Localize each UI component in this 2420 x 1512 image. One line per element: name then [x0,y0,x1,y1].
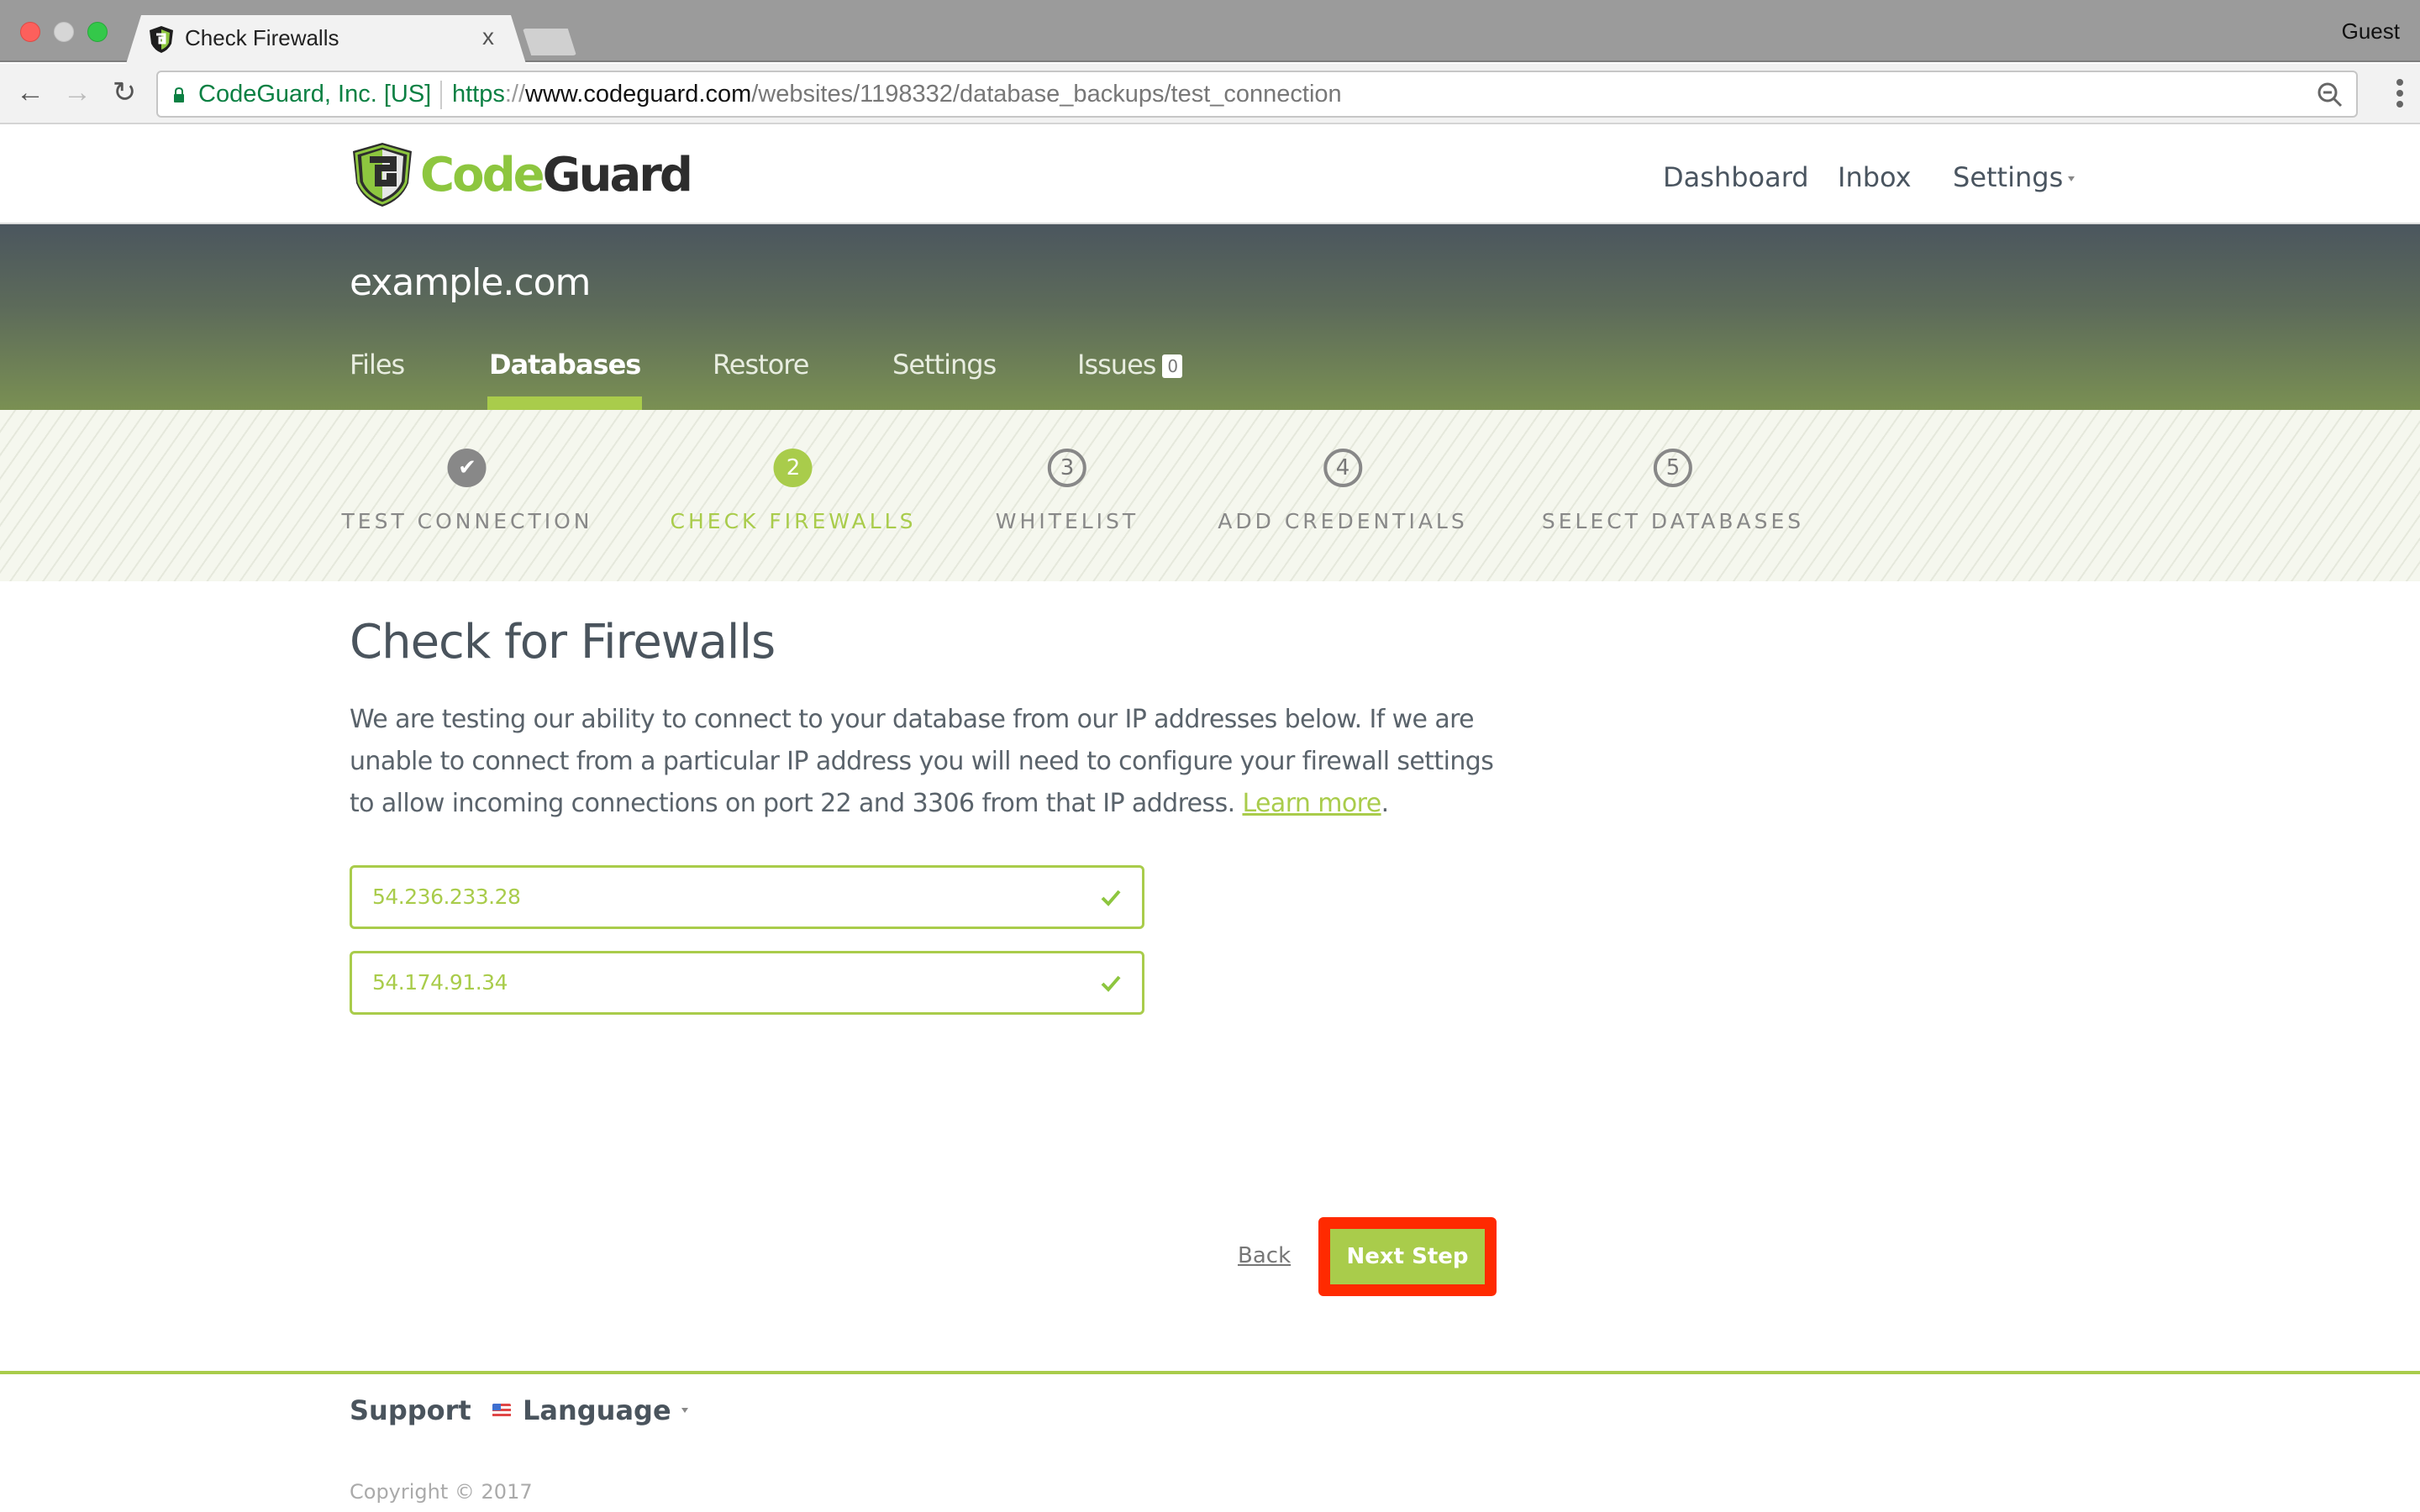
nav-inbox[interactable]: Inbox [1838,161,1912,193]
step-complete-check-icon: ✔ [448,449,487,487]
step-label: CHECK FIREWALLS [670,509,917,533]
step-label: SELECT DATABASES [1541,509,1805,533]
forward-icon[interactable]: → [60,76,94,109]
ip-address-row: 54.236.233.28 [350,865,1144,929]
nav-dashboard[interactable]: Dashboard [1663,161,1809,193]
ev-separator [440,81,442,109]
tab-settings[interactable]: Settings [892,349,997,381]
new-tab-button[interactable] [523,29,576,55]
step-check-firewalls: 2 CHECK FIREWALLS [671,449,917,533]
caret-down-icon [2068,176,2075,181]
codeguard-favicon-icon [150,26,173,53]
logo-wordmark: CodeGuard [420,147,693,202]
tab-issues[interactable]: Issues 0 [1077,349,1183,381]
url-host: www.codeguard.com [525,81,752,108]
step-label: ADD CREDENTIALS [1218,509,1468,533]
checkmark-icon [1101,975,1121,992]
next-step-button[interactable]: Next Step [1330,1229,1485,1284]
step-add-credentials: 4 ADD CREDENTIALS [1218,449,1467,533]
back-link[interactable]: Back [1238,1243,1291,1268]
issues-count-badge: 0 [1162,354,1183,378]
window-close-button[interactable] [20,22,40,42]
ip-address-list: 54.236.233.28 54.174.91.34 [350,865,1144,1037]
browser-toolbar: ← → ↻ CodeGuard, Inc. [US] https://www.c… [0,64,2420,124]
support-link[interactable]: Support [350,1394,471,1426]
ip-address-row: 54.174.91.34 [350,951,1144,1015]
step-select-databases: 5 SELECT DATABASES [1542,449,1804,533]
caret-down-icon [681,1408,688,1413]
zoom-out-icon[interactable] [2316,81,2344,109]
step-label: TEST CONNECTION [341,509,593,533]
ev-certificate-label[interactable]: CodeGuard, Inc. [US] [198,81,431,108]
address-bar[interactable]: CodeGuard, Inc. [US] https://www.codegua… [156,71,2358,118]
tab-restore[interactable]: Restore [713,349,809,381]
site-footer: Support Language Copyright © 2017 [0,1371,2420,1512]
lock-icon [174,87,184,102]
url-separator: :// [504,81,526,108]
nav-settings-label: Settings [1953,161,2064,193]
copyright-text: Copyright © 2017 [350,1480,533,1504]
window-minimize-button[interactable] [54,22,74,42]
wizard-stepper: ✔ TEST CONNECTION 2 CHECK FIREWALLS 3 WH… [0,410,2420,581]
next-step-highlight: Next Step [1318,1217,1497,1296]
window-maximize-button[interactable] [87,22,108,42]
profile-label[interactable]: Guest [2342,18,2400,45]
us-flag-icon [492,1404,511,1417]
codeguard-logo[interactable]: CodeGuard [350,141,693,208]
shield-logo-icon [353,143,412,207]
kebab-menu-icon[interactable] [2396,79,2405,113]
tab-databases[interactable]: Databases [487,349,643,410]
tab-title: Check Firewalls [185,25,339,50]
step-test-connection[interactable]: ✔ TEST CONNECTION [342,449,593,533]
step-label: WHITELIST [995,509,1139,533]
url-scheme: https [452,81,505,108]
step-number: 3 [1048,449,1086,487]
ip-address: 54.236.233.28 [372,885,521,909]
site-band: example.com Files Databases Restore Sett… [0,224,2420,410]
back-icon[interactable]: ← [13,76,47,109]
browser-tab-active[interactable]: Check Firewalls x [126,15,526,64]
page-description: We are testing our ability to connect to… [350,705,1494,818]
tab-close-button[interactable]: x [482,24,494,50]
step-whitelist: 3 WHITELIST [996,449,1139,533]
url-text[interactable]: https://www.codeguard.com/websites/11983… [452,81,1342,108]
step-number: 5 [1653,449,1692,487]
url-path: /websites/1198332/database_backups/test_… [751,81,1342,108]
tab-files[interactable]: Files [350,349,405,381]
step-number: 4 [1323,449,1362,487]
browser-tab-bar: Check Firewalls x Guest [0,0,2420,64]
step-number: 2 [773,449,813,487]
site-name: example.com [350,261,591,304]
page-title: Check for Firewalls [350,615,776,669]
ip-address: 54.174.91.34 [372,970,508,995]
site-header: CodeGuard Dashboard Inbox Settings [0,126,2420,224]
learn-more-link[interactable]: Learn more [1242,789,1381,818]
language-dropdown[interactable]: Language [492,1394,688,1426]
reload-icon[interactable]: ↻ [108,76,141,109]
language-label: Language [523,1394,671,1426]
nav-settings[interactable]: Settings [1953,161,2075,193]
checkmark-icon [1101,890,1121,906]
tab-issues-label: Issues [1077,349,1156,381]
